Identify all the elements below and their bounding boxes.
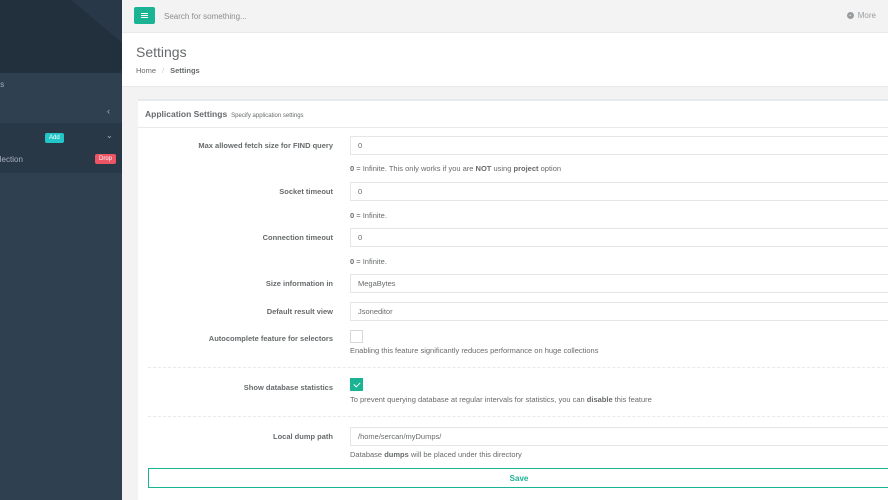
divider [148, 367, 888, 368]
autocomplete-checkbox[interactable] [350, 330, 363, 343]
chevron-left-icon[interactable]: ‹ [107, 106, 110, 116]
max-fetch-label: Max allowed fetch size for FIND query [198, 141, 333, 150]
search-input[interactable] [164, 9, 464, 23]
max-fetch-input[interactable] [350, 136, 888, 155]
autocomplete-help: Enabling this feature significantly redu… [350, 346, 599, 355]
connection-timeout-input[interactable] [350, 228, 888, 247]
result-view-label: Default result view [266, 307, 333, 316]
db-stats-help: To prevent querying database at regular … [350, 395, 652, 404]
socket-timeout-label: Socket timeout [279, 187, 333, 196]
divider [148, 416, 888, 417]
menu-toggle-button[interactable] [134, 7, 155, 24]
more-label: More [857, 11, 876, 20]
breadcrumb-current: Settings [170, 66, 200, 75]
more-menu[interactable]: ⌄ More [846, 11, 876, 20]
size-info-label: Size information in [265, 279, 333, 288]
sidebar-item-label: ts [0, 80, 5, 89]
chevron-circle-icon: ⌄ [846, 12, 854, 19]
settings-panel: Application Settings Specify application … [138, 99, 888, 500]
max-fetch-help: 0 = Infinite. This only works if you are… [350, 164, 562, 173]
dump-path-label: Local dump path [273, 432, 333, 441]
sidebar: ts ‹ Add ⌄ llection Drop [0, 0, 122, 500]
db-stats-label: Show database statistics [243, 383, 333, 392]
size-info-select[interactable] [350, 274, 888, 293]
breadcrumb-separator: / [162, 66, 165, 75]
sidebar-item-label: llection [0, 155, 23, 164]
socket-timeout-help: 0 = Infinite. [350, 211, 387, 220]
chevron-down-icon[interactable]: ⌄ [106, 131, 113, 140]
panel-title: Application Settings Specify application … [145, 109, 304, 119]
top-navbar: ⌄ More [122, 0, 888, 33]
drop-badge[interactable]: Drop [95, 154, 117, 164]
breadcrumb: Home / Settings [136, 66, 200, 75]
panel-subtitle: Specify application settings [231, 113, 304, 119]
sidebar-submenu [0, 123, 122, 173]
db-stats-checkbox[interactable] [350, 378, 363, 391]
socket-timeout-input[interactable] [350, 182, 888, 201]
result-view-select[interactable] [350, 302, 888, 321]
autocomplete-label: Autocomplete feature for selectors [208, 334, 333, 343]
divider [138, 127, 888, 128]
sidebar-header [0, 0, 122, 73]
dump-path-help: Database dumps will be placed under this… [350, 450, 522, 459]
panel-heading: Application Settings [145, 109, 228, 119]
dump-path-input[interactable] [350, 427, 888, 446]
add-badge[interactable]: Add [45, 133, 64, 143]
page-title: Settings [136, 44, 187, 60]
connection-timeout-help: 0 = Infinite. [350, 257, 387, 266]
breadcrumb-home[interactable]: Home [136, 66, 156, 75]
page-heading: Settings Home / Settings [122, 33, 888, 87]
hamburger-icon [141, 13, 148, 18]
save-button[interactable]: Save [148, 468, 888, 488]
connection-timeout-label: Connection timeout [262, 233, 333, 242]
